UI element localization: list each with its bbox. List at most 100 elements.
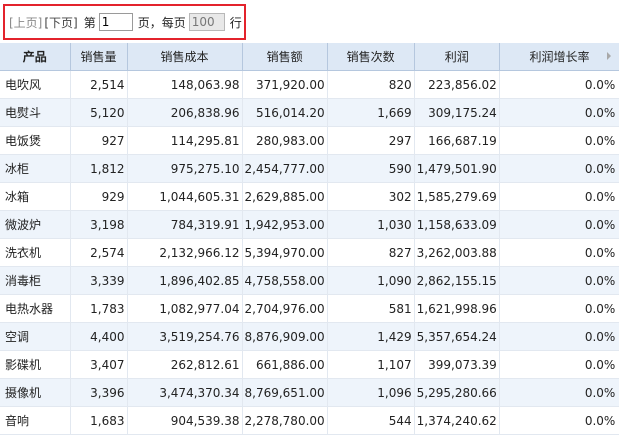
table-row[interactable]: 音响 1,683 904,539.38 2,278,780.00 544 1,374,24… [0,406,620,435]
cell-profit-growth: 0.0% [499,182,620,211]
cell-sales-qty: 1,812 [70,154,128,183]
cell-sales-qty: 3,396 [70,378,128,407]
cell-sales-qty: 1,683 [70,406,128,435]
cell-product: 消毒柜 [0,266,71,295]
table-row[interactable]: 空调 4,400 3,519,254.76 8,876,909.00 1,429 5,35… [0,322,620,351]
cell-sales-cost: 1,082,977.04 [127,294,243,323]
cell-sales-amount: 5,394,970.00 [242,238,328,267]
cell-sales-amount: 280,983.00 [242,126,328,155]
header-row: 产品 销售量 销售成本 销售额 销售次数 利润 利润增长率 [0,43,620,71]
table-body: 电吹风 2,514 148,063.98 371,920.00 820 223,856.0… [0,70,620,435]
cell-product: 电吹风 [0,70,71,99]
cell-profit: 166,687.19 [414,126,500,155]
cell-sales-cost: 1,044,605.31 [127,182,243,211]
cell-sales-count: 590 [327,154,415,183]
cell-product: 空调 [0,322,71,351]
cell-sales-amount: 8,769,651.00 [242,378,328,407]
table-row[interactable]: 摄像机 3,396 3,474,370.34 8,769,651.00 1,096 5,2… [0,378,620,407]
column-header-profit-growth[interactable]: 利润增长率 [499,43,620,71]
cell-sales-amount: 516,014.20 [242,98,328,127]
cell-sales-count: 1,107 [327,350,415,379]
cell-sales-cost: 975,275.10 [127,154,243,183]
cell-sales-qty: 2,574 [70,238,128,267]
cell-sales-cost: 1,896,402.85 [127,266,243,295]
table-row[interactable]: 微波炉 3,198 784,319.91 1,942,953.00 1,030 1,158… [0,210,620,239]
cell-sales-cost: 206,838.96 [127,98,243,127]
table-row[interactable]: 电熨斗 5,120 206,838.96 516,014.20 1,669 309,175… [0,98,620,127]
cell-profit: 223,856.02 [414,70,500,99]
cell-profit: 1,479,501.90 [414,154,500,183]
cell-profit: 1,621,998.96 [414,294,500,323]
cell-sales-amount: 371,920.00 [242,70,328,99]
rows-suffix-label: 行 [229,15,242,30]
cell-sales-qty: 927 [70,126,128,155]
sales-table: 产品 销售量 销售成本 销售额 销售次数 利润 利润增长率 电吹风 2,514 148,063.… [0,43,620,435]
cell-profit: 2,862,155.15 [414,266,500,295]
cell-sales-count: 1,030 [327,210,415,239]
next-page-link[interactable]: [下页] [44,14,77,31]
prev-page-link[interactable]: [上页] [9,14,42,31]
cell-sales-cost: 148,063.98 [127,70,243,99]
cell-sales-amount: 661,886.00 [242,350,328,379]
cell-product: 冰箱 [0,182,71,211]
cell-sales-cost: 2,132,966.12 [127,238,243,267]
table-row[interactable]: 电热水器 1,783 1,082,977.04 2,704,976.00 581 1,62… [0,294,620,323]
cell-profit-growth: 0.0% [499,350,620,379]
column-header-sales-qty[interactable]: 销售量 [70,43,128,71]
pagination-bar: [上页] [下页] 第 页，每页 行 [3,4,246,40]
cell-sales-count: 1,090 [327,266,415,295]
page-number-input[interactable] [98,13,133,31]
cell-sales-count: 1,429 [327,322,415,351]
cell-sales-amount: 2,278,780.00 [242,406,328,435]
cell-sales-amount: 2,454,777.00 [242,154,328,183]
cell-sales-cost: 904,539.38 [127,406,243,435]
column-header-sales-cost[interactable]: 销售成本 [127,43,243,71]
column-header-sales-count[interactable]: 销售次数 [327,43,415,71]
table-row[interactable]: 洗衣机 2,574 2,132,966.12 5,394,970.00 827 3,262… [0,238,620,267]
column-header-sales-amount[interactable]: 销售额 [242,43,328,71]
cell-profit: 3,262,003.88 [414,238,500,267]
cell-product: 电热水器 [0,294,71,323]
cell-sales-amount: 4,758,558.00 [242,266,328,295]
table-row[interactable]: 影碟机 3,407 262,812.61 661,886.00 1,107 399,073… [0,350,620,379]
cell-sales-qty: 3,407 [70,350,128,379]
cell-sales-cost: 3,474,370.34 [127,378,243,407]
cell-profit: 5,357,654.24 [414,322,500,351]
cell-profit-growth: 0.0% [499,154,620,183]
cell-sales-cost: 114,295.81 [127,126,243,155]
table-row[interactable]: 消毒柜 3,339 1,896,402.85 4,758,558.00 1,090 2,8… [0,266,620,295]
rows-per-page-input[interactable] [188,13,225,31]
cell-product: 洗衣机 [0,238,71,267]
column-header-profit[interactable]: 利润 [414,43,500,71]
cell-product: 影碟机 [0,350,71,379]
cell-sales-count: 297 [327,126,415,155]
cell-profit-growth: 0.0% [499,210,620,239]
cell-sales-qty: 929 [70,182,128,211]
cell-sales-qty: 3,339 [70,266,128,295]
cell-profit-growth: 0.0% [499,126,620,155]
cell-profit: 5,295,280.66 [414,378,500,407]
cell-sales-qty: 4,400 [70,322,128,351]
cell-product: 摄像机 [0,378,71,407]
table-row[interactable]: 电饭煲 927 114,295.81 280,983.00 297 166,687.19 0… [0,126,620,155]
cell-sales-amount: 2,704,976.00 [242,294,328,323]
cell-profit-growth: 0.0% [499,294,620,323]
column-header-product[interactable]: 产品 [0,43,71,71]
cell-product: 电熨斗 [0,98,71,127]
table-row[interactable]: 冰箱 929 1,044,605.31 2,629,885.00 302 1,585,27… [0,182,620,211]
cell-profit-growth: 0.0% [499,406,620,435]
cell-profit-growth: 0.0% [499,266,620,295]
table-row[interactable]: 冰柜 1,812 975,275.10 2,454,777.00 590 1,479,50… [0,154,620,183]
page-suffix-label: 页，每页 [137,15,186,30]
page-prefix-label: 第 [83,15,96,30]
cell-profit: 1,158,633.09 [414,210,500,239]
cell-sales-amount: 2,629,885.00 [242,182,328,211]
cell-profit: 309,175.24 [414,98,500,127]
cell-product: 电饭煲 [0,126,71,155]
column-scroll-right-icon[interactable] [607,52,612,60]
cell-profit: 399,073.39 [414,350,500,379]
cell-sales-qty: 5,120 [70,98,128,127]
cell-product: 音响 [0,406,71,435]
cell-profit-growth: 0.0% [499,238,620,267]
table-row[interactable]: 电吹风 2,514 148,063.98 371,920.00 820 223,856.0… [0,70,620,99]
